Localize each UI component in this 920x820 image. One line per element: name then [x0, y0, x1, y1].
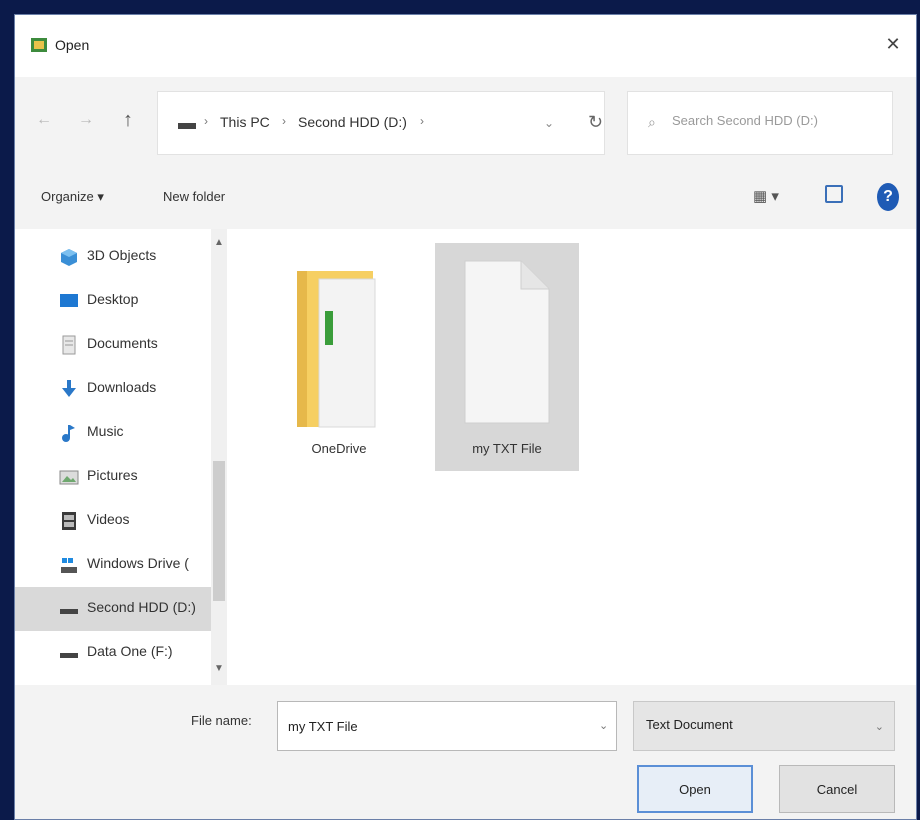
new-folder-button[interactable]: New folder [163, 189, 225, 204]
up-button[interactable]: ↑ [117, 109, 139, 131]
organize-button[interactable]: Organize ▾ [41, 189, 104, 205]
sidebar-item-data-one[interactable]: Data One (F:) [15, 631, 211, 675]
sidebar-item-label: Videos [87, 511, 130, 527]
folder-icon [297, 271, 376, 428]
sidebar-item-videos[interactable]: Videos [15, 499, 211, 543]
breadcrumb-separator: › [282, 114, 286, 128]
documents-icon [62, 335, 76, 355]
drive-icon [60, 653, 78, 658]
sidebar-item-label: Windows Drive ( [87, 555, 189, 571]
drive-icon [60, 609, 78, 614]
sidebar-item-label: 3D Objects [87, 247, 157, 263]
change-view-button[interactable]: ▦ ▾ [753, 187, 779, 205]
breadcrumb-separator: › [204, 114, 208, 128]
downloads-icon [62, 380, 76, 397]
forward-button[interactable]: → [75, 109, 97, 131]
open-dialog: Open ✕ ← → ↑ › This PC › Second HDD (D:)… [14, 14, 917, 820]
file-item-my-txt-file[interactable]: my TXT File [435, 243, 579, 471]
close-icon: ✕ [885, 34, 901, 54]
title-bar: Open ✕ [15, 15, 916, 77]
text-document-icon [464, 260, 550, 424]
pictures-icon [59, 470, 79, 485]
navigation-scrollbar[interactable]: ▲ ▼ [211, 229, 227, 685]
close-button[interactable]: ✕ [880, 31, 906, 57]
sidebar-item-label: Desktop [87, 291, 139, 307]
open-button[interactable]: Open [637, 765, 753, 813]
desktop-icon [60, 294, 78, 307]
file-item-onedrive[interactable]: OneDrive [267, 243, 411, 471]
file-name-input[interactable] [277, 701, 617, 751]
command-toolbar: Organize ▾ New folder ▦ ▾ ? [15, 169, 916, 229]
sidebar-item-label: Pictures [87, 467, 138, 483]
scrollbar-thumb[interactable] [213, 461, 225, 601]
sidebar-item-3d-objects[interactable]: 3D Objects [15, 235, 211, 279]
file-type-value: Text Document [646, 717, 733, 732]
search-input[interactable] [670, 112, 884, 129]
window-title: Open [55, 37, 90, 53]
sidebar-item-pictures[interactable]: Pictures [15, 455, 211, 499]
breadcrumb-second-hdd[interactable]: Second HDD (D:) [298, 114, 407, 130]
chevron-down-icon: ⌄ [874, 721, 884, 733]
file-name: OneDrive [311, 441, 367, 456]
sidebar-item-second-hdd[interactable]: Second HDD (D:) [15, 587, 211, 631]
scroll-down-icon[interactable]: ▼ [214, 663, 224, 674]
sidebar-item-label: Downloads [87, 379, 157, 395]
file-type-select[interactable]: Text Document ⌄ [633, 701, 895, 751]
file-name: my TXT File [472, 441, 542, 456]
help-icon[interactable]: ? [877, 183, 899, 211]
address-bar[interactable]: › This PC › Second HDD (D:) › ⌄ ↻ [157, 91, 605, 155]
cube-icon [61, 249, 77, 266]
sidebar-item-label: Documents [87, 335, 158, 351]
sidebar-item-documents[interactable]: Documents [15, 323, 211, 367]
address-dropdown-icon[interactable]: ⌄ [544, 116, 554, 130]
cancel-button[interactable]: Cancel [779, 765, 895, 813]
back-button[interactable]: ← [33, 109, 55, 131]
videos-icon [62, 512, 76, 530]
breadcrumb-separator[interactable]: › [420, 114, 424, 128]
sidebar-item-label: Music [87, 423, 124, 439]
app-icon [31, 38, 47, 52]
sidebar-item-label: Second HDD (D:) [87, 599, 196, 615]
breadcrumb-this-pc[interactable]: This PC [220, 114, 270, 130]
refresh-icon[interactable]: ↻ [588, 112, 603, 133]
navigation-pane: 3D Objects Desktop Documents Downloads M… [15, 229, 227, 685]
file-name-label: File name: [191, 713, 252, 728]
sidebar-item-windows-drive[interactable]: Windows Drive ( [15, 543, 211, 587]
preview-pane-icon[interactable] [825, 185, 843, 203]
windows-drive-icon [61, 558, 77, 573]
sidebar-item-downloads[interactable]: Downloads [15, 367, 211, 411]
bottom-panel: File name: ⌄ Text Document ⌄ Open Cancel [15, 685, 916, 819]
address-row: ← → ↑ › This PC › Second HDD (D:) › ⌄ ↻ … [15, 77, 916, 169]
drive-icon [178, 123, 196, 129]
search-box[interactable]: ⌕ [627, 91, 893, 155]
file-name-dropdown-icon[interactable]: ⌄ [599, 719, 608, 732]
scroll-up-icon[interactable]: ▲ [214, 237, 224, 248]
sidebar-item-desktop[interactable]: Desktop [15, 279, 211, 323]
sidebar-item-music[interactable]: Music [15, 411, 211, 455]
sidebar-item-label: Data One (F:) [87, 643, 173, 659]
search-icon: ⌕ [648, 114, 656, 130]
file-list: OneDrive my TXT File [227, 229, 916, 685]
music-icon [62, 425, 75, 442]
